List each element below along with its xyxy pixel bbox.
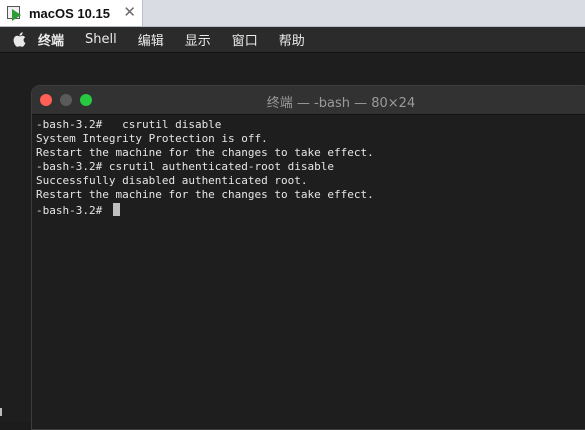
- terminal-line: Restart the machine for the changes to t…: [36, 146, 374, 160]
- terminal-line: -bash-3.2# csrutil disable: [36, 118, 222, 131]
- menu-item-terminal[interactable]: 终端: [38, 30, 64, 49]
- terminal-title: 终端 — -bash — 80×24: [266, 96, 416, 111]
- terminal-prompt: -bash-3.2#: [36, 203, 109, 217]
- terminal-line: Restart the machine for the changes to t…: [36, 188, 374, 202]
- vm-running-icon: [6, 4, 24, 22]
- menu-item-view[interactable]: 显示: [185, 30, 211, 49]
- vm-tab[interactable]: macOS 10.15 ✕: [0, 0, 143, 26]
- terminal-titlebar[interactable]: 终端 — -bash — 80×24: [32, 86, 585, 115]
- text-cursor: [112, 202, 120, 216]
- menu-item-edit[interactable]: 编辑: [138, 30, 164, 49]
- terminal-window[interactable]: 终端 — -bash — 80×24 -bash-3.2# csrutil di…: [31, 85, 585, 430]
- vm-tab-bar: macOS 10.15 ✕: [0, 0, 585, 27]
- menu-item-shell[interactable]: Shell: [85, 32, 117, 47]
- menu-item-help[interactable]: 帮助: [279, 30, 305, 49]
- terminal-line: System Integrity Protection is off.: [36, 132, 268, 146]
- close-icon[interactable]: ✕: [123, 3, 136, 21]
- terminal-line: Successfully disabled authenticated root…: [36, 174, 308, 188]
- terminal-output[interactable]: -bash-3.2# csrutil disable System Integr…: [32, 115, 585, 217]
- terminal-prompt-line: -bash-3.2#: [36, 202, 585, 217]
- desktop-edge-marker: [0, 408, 6, 416]
- apple-icon[interactable]: [13, 32, 27, 48]
- vm-tab-label: macOS 10.15: [29, 5, 110, 21]
- terminal-line: -bash-3.2# csrutil authenticated-root di…: [36, 160, 335, 174]
- menu-item-window[interactable]: 窗口: [232, 30, 258, 49]
- menu-bar: 终端 Shell 编辑 显示 窗口 帮助: [0, 27, 585, 53]
